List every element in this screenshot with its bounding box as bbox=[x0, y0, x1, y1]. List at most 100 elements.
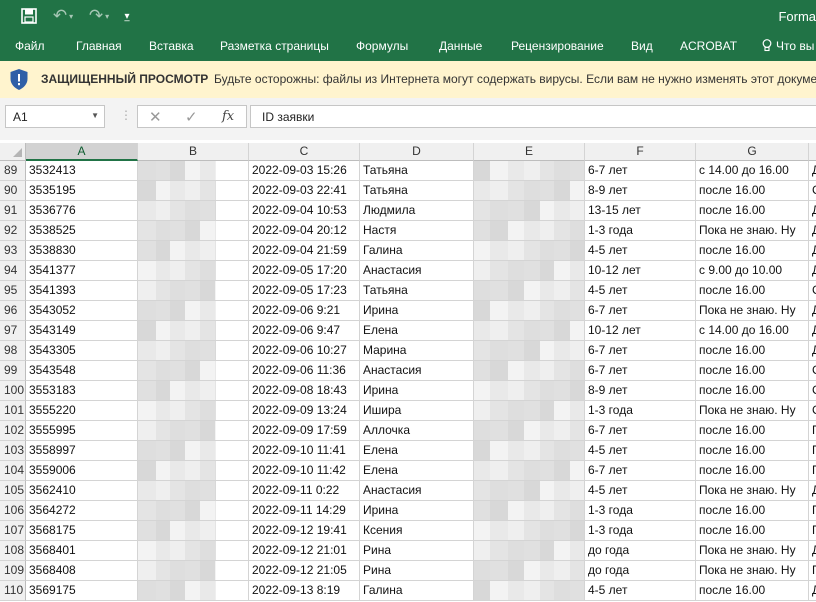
cell-f[interactable]: 6-7 лет bbox=[585, 161, 696, 181]
cell-c[interactable]: 2022-09-05 17:23 bbox=[249, 281, 360, 301]
cell-f[interactable]: 4-5 лет bbox=[585, 441, 696, 461]
cell-d[interactable]: Анастасия bbox=[360, 361, 474, 381]
cell-d[interactable]: Анастасия bbox=[360, 261, 474, 281]
column-header-a[interactable]: A bbox=[26, 143, 138, 161]
cell-c[interactable]: 2022-09-05 17:20 bbox=[249, 261, 360, 281]
cell-g[interactable]: после 16.00 bbox=[696, 201, 809, 221]
cell-g[interactable]: Пока не знаю. Ну bbox=[696, 541, 809, 561]
cell-c[interactable]: 2022-09-04 20:12 bbox=[249, 221, 360, 241]
cell-a[interactable]: 3555995 bbox=[26, 421, 138, 441]
column-header-d[interactable]: D bbox=[360, 143, 474, 161]
cell-f[interactable]: 1-3 года bbox=[585, 501, 696, 521]
cell-f[interactable]: до года bbox=[585, 541, 696, 561]
save-button[interactable] bbox=[17, 6, 41, 26]
cell-e[interactable] bbox=[474, 541, 585, 561]
cell-e[interactable] bbox=[474, 281, 585, 301]
row-header[interactable]: 89 bbox=[0, 161, 26, 181]
cell-f[interactable]: 6-7 лет bbox=[585, 361, 696, 381]
cell-b[interactable] bbox=[138, 541, 249, 561]
undo-button[interactable]: ↶ ▾ bbox=[48, 6, 78, 26]
column-header-f[interactable]: F bbox=[585, 143, 696, 161]
cell-f[interactable]: 13-15 лет bbox=[585, 201, 696, 221]
cell-h[interactable]: Д bbox=[809, 201, 816, 221]
column-header-c[interactable]: C bbox=[249, 143, 360, 161]
cell-h[interactable]: Д bbox=[809, 581, 816, 601]
cell-e[interactable] bbox=[474, 361, 585, 381]
row-header[interactable]: 110 bbox=[0, 581, 26, 601]
cell-a[interactable]: 3568175 bbox=[26, 521, 138, 541]
cell-c[interactable]: 2022-09-10 11:41 bbox=[249, 441, 360, 461]
cell-d[interactable]: Аллочка bbox=[360, 421, 474, 441]
cell-b[interactable] bbox=[138, 481, 249, 501]
cell-e[interactable] bbox=[474, 401, 585, 421]
cell-d[interactable]: Галина bbox=[360, 241, 474, 261]
cell-b[interactable] bbox=[138, 501, 249, 521]
cell-f[interactable]: 6-7 лет bbox=[585, 341, 696, 361]
cell-d[interactable]: Людмила bbox=[360, 201, 474, 221]
cell-d[interactable]: Ирина bbox=[360, 301, 474, 321]
cell-b[interactable] bbox=[138, 361, 249, 381]
cell-d[interactable]: Ирина bbox=[360, 381, 474, 401]
cell-f[interactable]: до года bbox=[585, 561, 696, 581]
cell-f[interactable]: 4-5 лет bbox=[585, 241, 696, 261]
cell-c[interactable]: 2022-09-11 14:29 bbox=[249, 501, 360, 521]
cell-h[interactable]: П bbox=[809, 521, 816, 541]
tab-data[interactable]: Данные bbox=[439, 39, 482, 53]
row-header[interactable]: 107 bbox=[0, 521, 26, 541]
cell-f[interactable]: 4-5 лет bbox=[585, 581, 696, 601]
cell-f[interactable]: 10-12 лет bbox=[585, 321, 696, 341]
cell-d[interactable]: Татьяна bbox=[360, 181, 474, 201]
cell-f[interactable]: 1-3 года bbox=[585, 221, 696, 241]
cell-e[interactable] bbox=[474, 481, 585, 501]
cell-h[interactable]: П bbox=[809, 501, 816, 521]
cell-h[interactable]: П bbox=[809, 561, 816, 581]
cell-d[interactable]: Марина bbox=[360, 341, 474, 361]
cell-c[interactable]: 2022-09-08 18:43 bbox=[249, 381, 360, 401]
cell-b[interactable] bbox=[138, 401, 249, 421]
cell-a[interactable]: 3543305 bbox=[26, 341, 138, 361]
spreadsheet-grid[interactable]: A B C D E F G 89 3532413 2022-09-03 15:26 Т… bbox=[0, 140, 816, 602]
tab-formulas[interactable]: Формулы bbox=[356, 39, 408, 53]
tell-me-button[interactable]: Что вы bbox=[762, 39, 814, 53]
cell-g[interactable]: Пока не знаю. Ну bbox=[696, 561, 809, 581]
cell-a[interactable]: 3559006 bbox=[26, 461, 138, 481]
cell-h[interactable]: Д bbox=[809, 481, 816, 501]
row-header[interactable]: 108 bbox=[0, 541, 26, 561]
cell-g[interactable]: Пока не знаю. Ну bbox=[696, 481, 809, 501]
cell-a[interactable]: 3532413 bbox=[26, 161, 138, 181]
cell-d[interactable]: Ишира bbox=[360, 401, 474, 421]
cell-c[interactable]: 2022-09-09 17:59 bbox=[249, 421, 360, 441]
cell-a[interactable]: 3553183 bbox=[26, 381, 138, 401]
cell-e[interactable] bbox=[474, 201, 585, 221]
cell-f[interactable]: 1-3 года bbox=[585, 521, 696, 541]
cell-c[interactable]: 2022-09-09 13:24 bbox=[249, 401, 360, 421]
cell-b[interactable] bbox=[138, 321, 249, 341]
cell-f[interactable]: 1-3 года bbox=[585, 401, 696, 421]
cell-g[interactable]: после 16.00 bbox=[696, 521, 809, 541]
cell-e[interactable] bbox=[474, 521, 585, 541]
cell-h[interactable]: С bbox=[809, 381, 816, 401]
cell-h[interactable]: Д bbox=[809, 261, 816, 281]
cell-c[interactable]: 2022-09-10 11:42 bbox=[249, 461, 360, 481]
cell-d[interactable]: Настя bbox=[360, 221, 474, 241]
cell-b[interactable] bbox=[138, 201, 249, 221]
cell-f[interactable]: 8-9 лет bbox=[585, 181, 696, 201]
cell-e[interactable] bbox=[474, 421, 585, 441]
row-header[interactable]: 101 bbox=[0, 401, 26, 421]
cell-e[interactable] bbox=[474, 261, 585, 281]
cell-b[interactable] bbox=[138, 421, 249, 441]
cell-g[interactable]: Пока не знаю. Ну bbox=[696, 221, 809, 241]
cell-g[interactable]: после 16.00 bbox=[696, 181, 809, 201]
cell-e[interactable] bbox=[474, 321, 585, 341]
cell-b[interactable] bbox=[138, 161, 249, 181]
cell-c[interactable]: 2022-09-04 21:59 bbox=[249, 241, 360, 261]
row-header[interactable]: 93 bbox=[0, 241, 26, 261]
cell-h[interactable]: П bbox=[809, 441, 816, 461]
row-header[interactable]: 98 bbox=[0, 341, 26, 361]
cell-h[interactable]: Д bbox=[809, 221, 816, 241]
cell-a[interactable]: 3569175 bbox=[26, 581, 138, 601]
cell-f[interactable]: 8-9 лет bbox=[585, 381, 696, 401]
cell-b[interactable] bbox=[138, 221, 249, 241]
cell-b[interactable] bbox=[138, 281, 249, 301]
row-header[interactable]: 102 bbox=[0, 421, 26, 441]
